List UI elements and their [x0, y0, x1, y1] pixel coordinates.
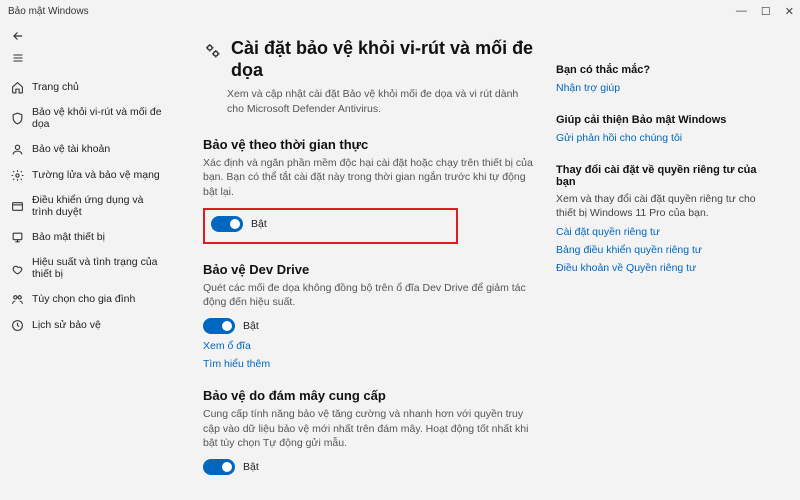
- privacy-desc: Xem và thay đổi cài đặt quyền riêng tư c…: [556, 192, 758, 220]
- section-desc: Cung cấp tính năng bảo vệ tăng cường và …: [203, 407, 536, 451]
- improve-title: Giúp cải thiện Bảo mật Windows: [556, 114, 758, 126]
- sidebar-item-label: Trang chủ: [32, 81, 79, 93]
- link-view-drive[interactable]: Xem ổ đĩa: [203, 340, 536, 352]
- devdrive-toggle[interactable]: [203, 318, 235, 334]
- section-desc: Xác định và ngăn phần mềm độc hại cài đặ…: [203, 156, 536, 200]
- app-icon: [10, 199, 24, 213]
- link-get-help[interactable]: Nhận trợ giúp: [556, 82, 758, 94]
- gear-icon: [203, 41, 221, 81]
- sidebar-item-label: Tùy chọn cho gia đình: [32, 293, 135, 305]
- window-title: Bảo mật Windows: [8, 6, 89, 17]
- link-privacy-terms[interactable]: Điều khoản về Quyền riêng tư: [556, 262, 758, 274]
- sidebar: Trang chủ Bảo vệ khỏi vi-rút và mối đe d…: [0, 22, 175, 500]
- sidebar-item-app[interactable]: Điều khiển ứng dụng và trình duyệt: [0, 188, 175, 224]
- health-icon: [10, 261, 24, 275]
- close-button[interactable]: ✕: [785, 5, 794, 18]
- sidebar-item-label: Điều khiển ứng dụng và trình duyệt: [32, 194, 165, 218]
- section-title: Bảo vệ theo thời gian thực: [203, 137, 536, 152]
- toggle-label: Bật: [251, 218, 267, 230]
- titlebar: Bảo mật Windows — ☐ ✕: [0, 0, 800, 22]
- improve-block: Giúp cải thiện Bảo mật Windows Gửi phản …: [556, 114, 758, 144]
- link-privacy-settings[interactable]: Cài đặt quyền riêng tư: [556, 226, 758, 238]
- toggle-label: Bật: [243, 461, 259, 473]
- firewall-icon: [10, 168, 24, 182]
- maximize-button[interactable]: ☐: [761, 5, 771, 18]
- link-learn-more[interactable]: Tìm hiểu thêm: [203, 358, 536, 370]
- help-block: Bạn có thắc mắc? Nhận trợ giúp: [556, 64, 758, 94]
- sidebar-item-family[interactable]: Tùy chọn cho gia đình: [0, 286, 175, 312]
- privacy-title: Thay đổi cài đặt về quyền riêng tư của b…: [556, 164, 758, 188]
- sidebar-item-label: Tường lửa và bảo vệ mạng: [32, 169, 160, 181]
- privacy-block: Thay đổi cài đặt về quyền riêng tư của b…: [556, 164, 758, 274]
- right-panel: Bạn có thắc mắc? Nhận trợ giúp Giúp cải …: [548, 38, 758, 500]
- sidebar-item-account[interactable]: Bảo vệ tài khoản: [0, 136, 175, 162]
- toggle-label: Bật: [243, 320, 259, 332]
- minimize-button[interactable]: —: [736, 5, 747, 17]
- realtime-toggle[interactable]: [211, 216, 243, 232]
- section-cloud: Bảo vệ do đám mây cung cấp Cung cấp tính…: [203, 388, 536, 475]
- sidebar-item-label: Bảo mật thiết bị: [32, 231, 105, 243]
- page-title: Cài đặt bảo vệ khỏi vi-rút và mối đe dọa: [231, 38, 536, 81]
- highlight-box: Bật: [203, 208, 458, 244]
- sidebar-item-health[interactable]: Hiệu suất và tình trạng của thiết bị: [0, 250, 175, 286]
- section-title: Bảo vệ do đám mây cung cấp: [203, 388, 536, 403]
- main-content: Cài đặt bảo vệ khỏi vi-rút và mối đe dọa…: [203, 38, 548, 500]
- sidebar-item-label: Bảo vệ tài khoản: [32, 143, 110, 155]
- menu-icon[interactable]: [10, 50, 26, 66]
- family-icon: [10, 292, 24, 306]
- sidebar-item-home[interactable]: Trang chủ: [0, 74, 175, 100]
- cloud-toggle[interactable]: [203, 459, 235, 475]
- section-desc: Quét các mối đe dọa không đồng bộ trên ổ…: [203, 281, 536, 310]
- sidebar-item-label: Bảo vệ khỏi vi-rút và mối đe dọa: [32, 106, 165, 130]
- section-title: Bảo vệ Dev Drive: [203, 262, 536, 277]
- section-devdrive: Bảo vệ Dev Drive Quét các mối đe dọa khô…: [203, 262, 536, 370]
- device-icon: [10, 230, 24, 244]
- sidebar-item-device[interactable]: Bảo mật thiết bị: [0, 224, 175, 250]
- sidebar-item-virus[interactable]: Bảo vệ khỏi vi-rút và mối đe dọa: [0, 100, 175, 136]
- help-title: Bạn có thắc mắc?: [556, 64, 758, 76]
- link-privacy-dashboard[interactable]: Bảng điều khiển quyền riêng tư: [556, 244, 758, 256]
- sidebar-item-label: Hiệu suất và tình trạng của thiết bị: [32, 256, 165, 280]
- sidebar-item-history[interactable]: Lịch sử bảo vệ: [0, 312, 175, 338]
- window-controls: — ☐ ✕: [736, 5, 794, 18]
- history-icon: [10, 318, 24, 332]
- account-icon: [10, 142, 24, 156]
- page-subtitle: Xem và cập nhật cài đặt Bảo vệ khỏi mối …: [203, 87, 536, 116]
- sidebar-item-label: Lịch sử bảo vệ: [32, 319, 101, 331]
- section-realtime: Bảo vệ theo thời gian thực Xác định và n…: [203, 137, 536, 244]
- sidebar-item-firewall[interactable]: Tường lửa và bảo vệ mạng: [0, 162, 175, 188]
- shield-icon: [10, 111, 24, 125]
- link-feedback[interactable]: Gửi phản hồi cho chúng tôi: [556, 132, 758, 144]
- back-icon[interactable]: [10, 28, 26, 44]
- home-icon: [10, 80, 24, 94]
